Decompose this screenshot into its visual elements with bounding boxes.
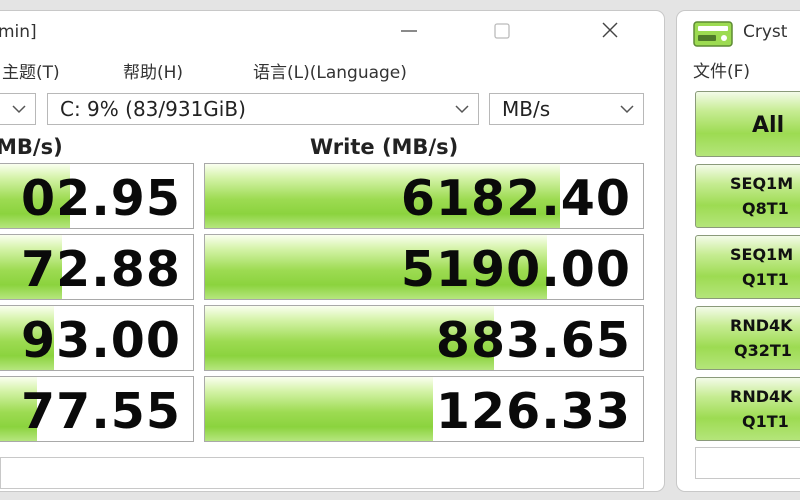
close-icon	[602, 22, 618, 38]
unit-select[interactable]: MB/s	[489, 93, 644, 125]
read-value: 02.95	[21, 170, 181, 227]
minimize-button[interactable]	[385, 19, 433, 49]
test-button-seq1m-q8t1[interactable]: SEQ1M Q8T1	[695, 164, 800, 228]
chevron-down-icon	[12, 105, 26, 114]
write-value: 126.33	[435, 383, 631, 440]
test-button-line1: SEQ1M	[730, 174, 794, 193]
maximize-button[interactable]	[478, 19, 526, 49]
drive-select[interactable]: C: 9% (83/931GiB)	[47, 93, 479, 125]
read-result-rnd4k-q32t1: 93.00	[0, 305, 194, 371]
count-select[interactable]	[0, 93, 36, 125]
write-result-rnd4k-q32t1: 883.65	[204, 305, 644, 371]
read-column-header: MB/s)	[0, 135, 63, 159]
test-button-line2: Q32T1	[734, 341, 792, 360]
read-value: 93.00	[21, 312, 181, 369]
side-comment-field[interactable]	[695, 447, 800, 479]
chevron-down-icon	[620, 105, 634, 114]
all-button-label: All	[752, 113, 785, 138]
write-column-header: Write (MB/s)	[310, 135, 459, 159]
side-window-title: Cryst	[743, 22, 788, 42]
comment-field[interactable]	[0, 457, 644, 489]
write-value: 6182.40	[400, 170, 631, 227]
test-button-rnd4k-q1t1[interactable]: RND4K Q1T1	[695, 377, 800, 441]
read-value: 77.55	[21, 383, 181, 440]
test-button-line1: RND4K	[730, 316, 793, 335]
test-button-line2: Q1T1	[742, 412, 789, 431]
test-button-rnd4k-q32t1[interactable]: RND4K Q32T1	[695, 306, 800, 370]
write-value: 5190.00	[400, 241, 631, 298]
title-bar: min]	[0, 11, 664, 55]
write-value: 883.65	[435, 312, 631, 369]
maximize-icon	[494, 23, 510, 39]
disk-app-icon	[693, 21, 733, 47]
read-value: 72.88	[21, 241, 181, 298]
menu-theme[interactable]: 主题(T)	[2, 58, 60, 83]
read-result-seq1m-q1t1: 72.88	[0, 234, 194, 300]
main-window: min] 主题(T) 帮助(H) 语言(L)(Language) C: 9% (…	[0, 10, 665, 492]
write-result-seq1m-q8t1: 6182.40	[204, 163, 644, 229]
read-result-seq1m-q8t1: 02.95	[0, 163, 194, 229]
test-button-seq1m-q1t1[interactable]: SEQ1M Q1T1	[695, 235, 800, 299]
write-result-rnd4k-q1t1: 126.33	[204, 376, 644, 442]
side-window: Cryst 文件(F) All SEQ1M Q8T1 SEQ1M Q1T1 RN…	[676, 10, 800, 492]
menu-file[interactable]: 文件(F)	[693, 57, 750, 82]
unit-select-value: MB/s	[502, 97, 551, 121]
test-button-line1: RND4K	[730, 387, 793, 406]
test-button-line2: Q1T1	[742, 270, 789, 289]
write-bar-fill	[205, 377, 433, 441]
close-button[interactable]	[586, 19, 634, 49]
menu-help[interactable]: 帮助(H)	[123, 58, 183, 83]
write-result-seq1m-q1t1: 5190.00	[204, 234, 644, 300]
window-title: min]	[0, 22, 37, 42]
chevron-down-icon	[455, 105, 469, 114]
menu-language[interactable]: 语言(L)(Language)	[253, 58, 407, 83]
all-button[interactable]: All	[695, 91, 800, 157]
minimize-icon	[401, 30, 417, 32]
drive-select-value: C: 9% (83/931GiB)	[60, 97, 246, 121]
menu-bar: 主题(T) 帮助(H) 语言(L)(Language)	[0, 55, 664, 85]
test-button-line2: Q8T1	[742, 199, 789, 218]
test-button-line1: SEQ1M	[730, 245, 794, 264]
read-result-rnd4k-q1t1: 77.55	[0, 376, 194, 442]
